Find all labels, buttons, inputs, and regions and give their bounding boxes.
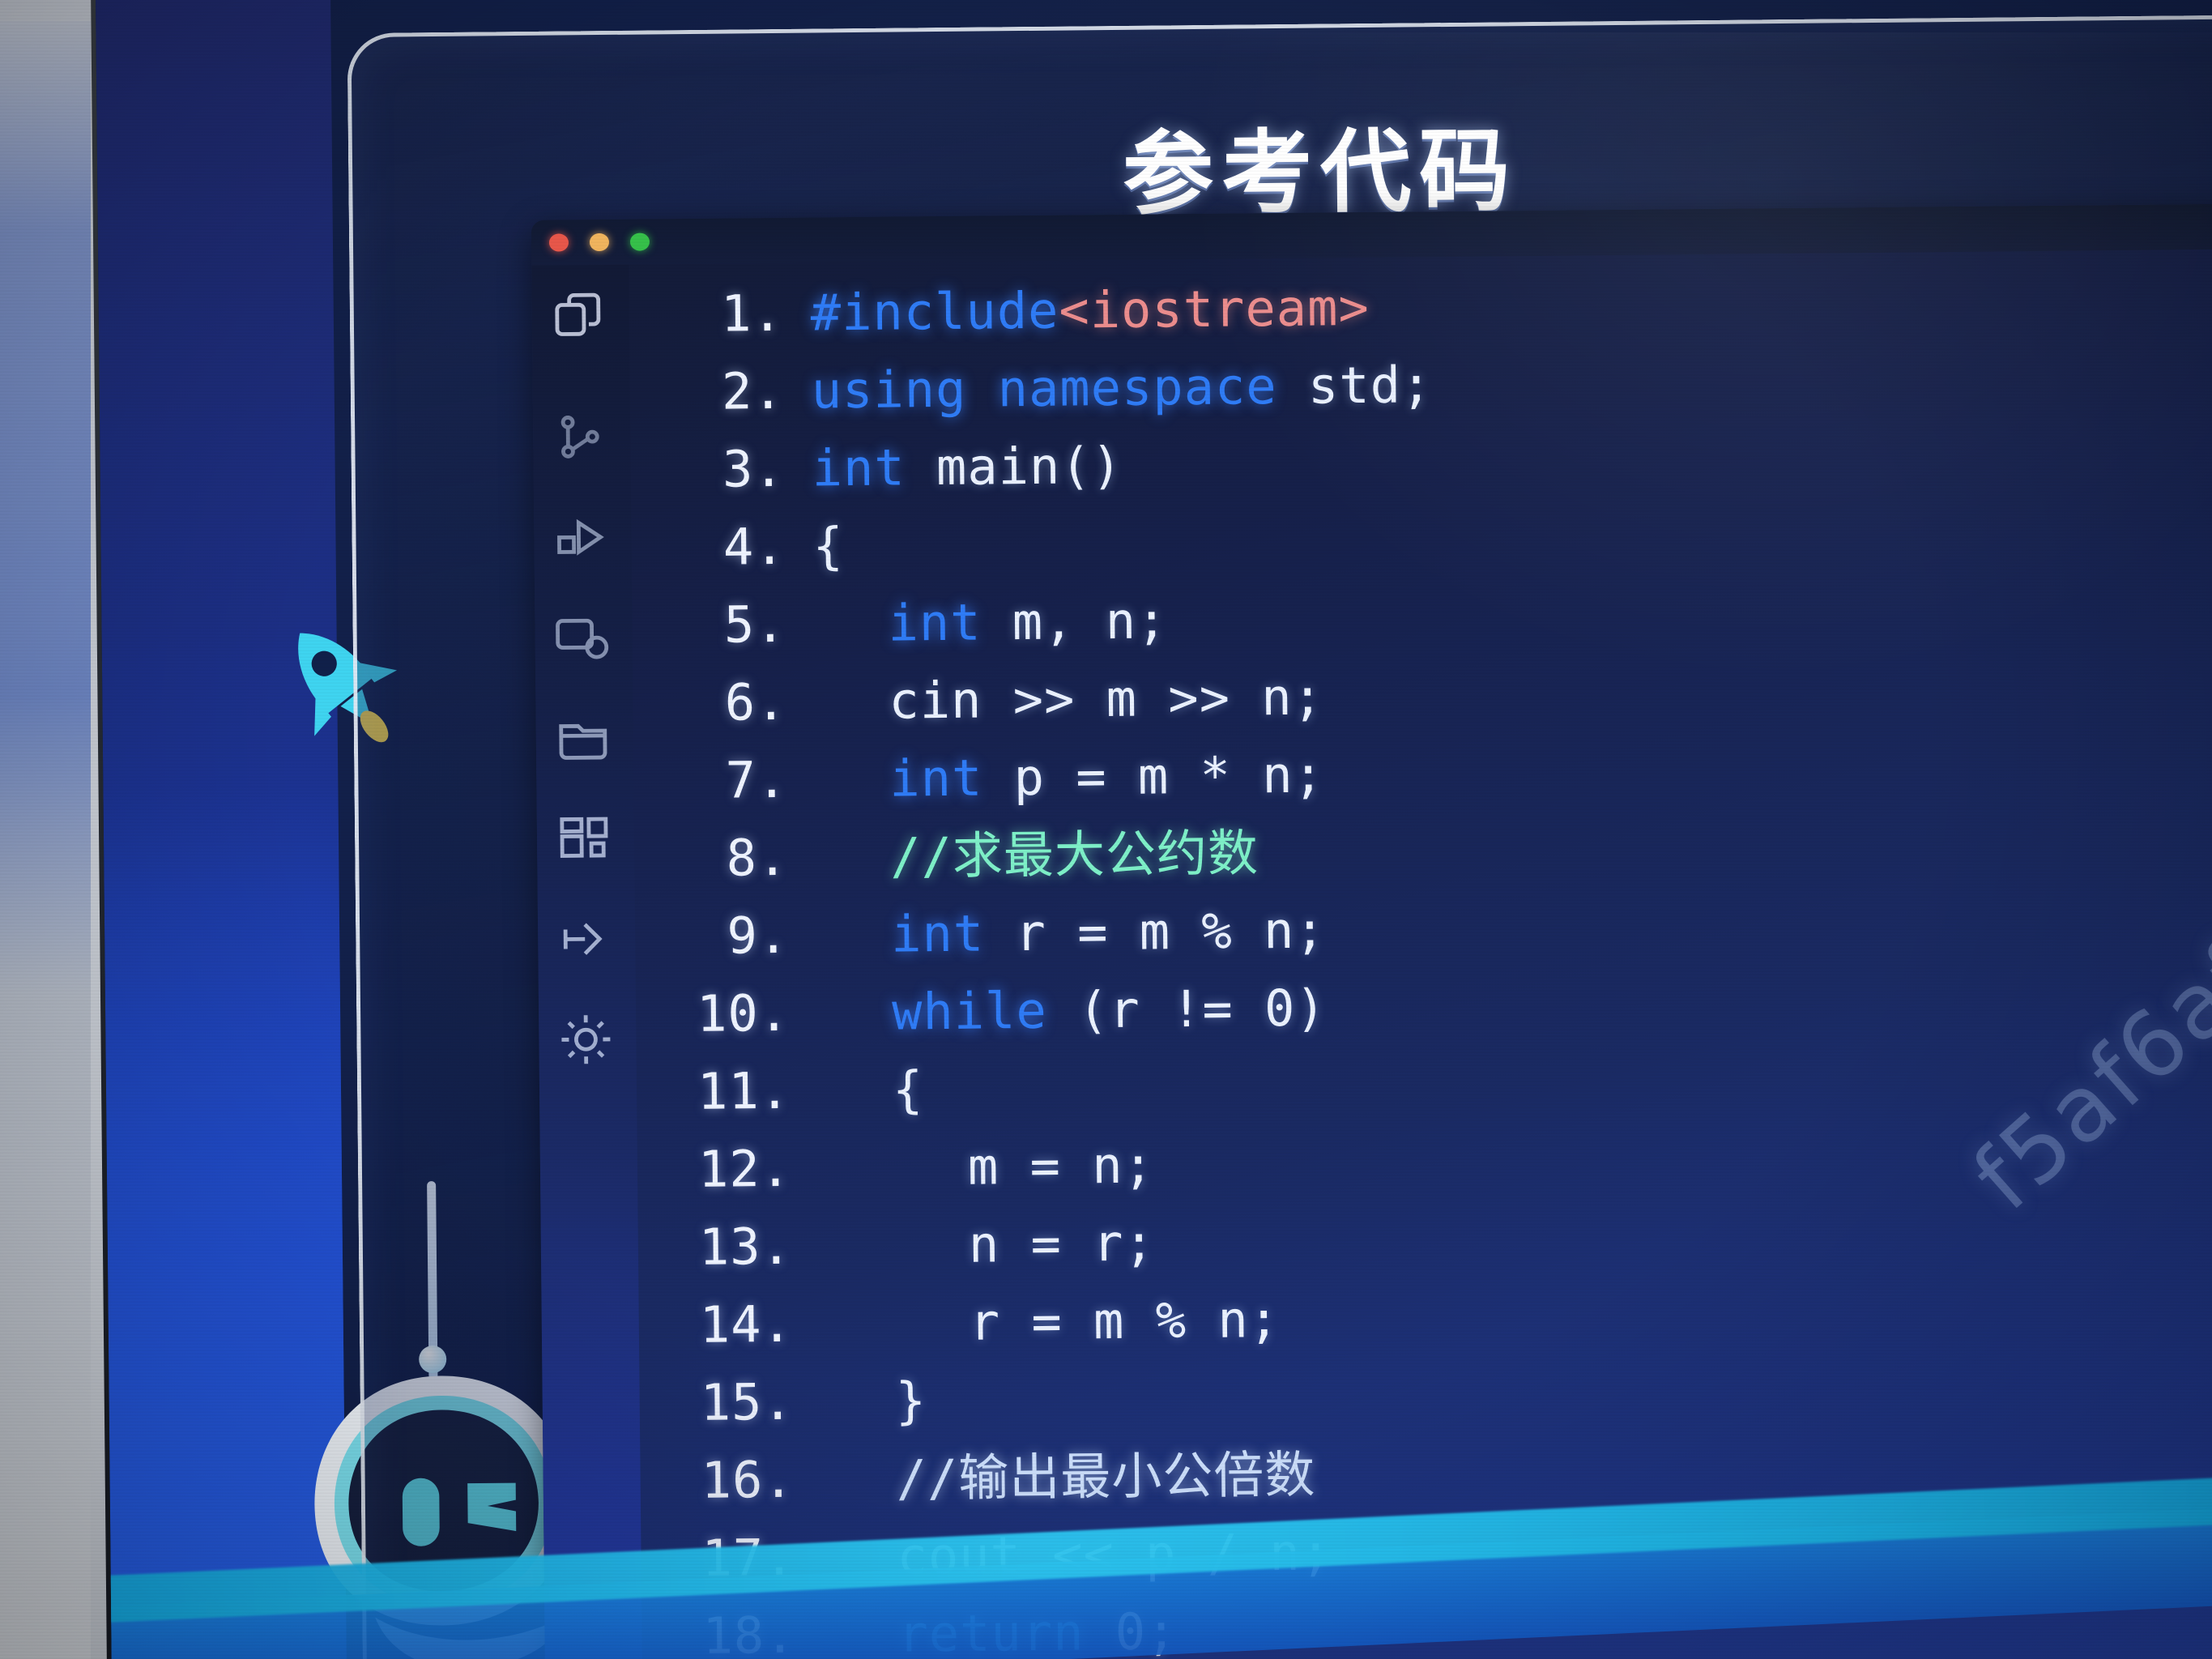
photographed-screen-scene: 参考代码 1. #include<iostream> 2. using name…	[0, 0, 2212, 1659]
code-line-text: cin >> m >> n;	[814, 658, 1323, 740]
code-line: 10. while (r != 0)	[636, 960, 2212, 1054]
code-line: 6. cin >> m >> n;	[633, 649, 2212, 743]
code-line-text: }	[820, 1362, 927, 1440]
run-play-icon[interactable]	[552, 508, 611, 567]
debug-console-icon[interactable]	[552, 608, 612, 667]
code-line-text: //求最大公约数	[816, 814, 1259, 896]
code-line: 2. using namespace std;	[629, 338, 2212, 432]
code-token: int	[890, 903, 985, 964]
code-line: 15.}	[639, 1349, 2212, 1443]
code-token: std;	[1276, 355, 1433, 416]
code-line-text: n = r;	[819, 1205, 1156, 1286]
code-line-text: m = n;	[819, 1127, 1155, 1208]
maximize-icon[interactable]	[629, 232, 650, 251]
traffic-light-buttons[interactable]	[548, 232, 650, 252]
line-number: 2.	[721, 360, 785, 421]
code-line: 5. int m, n;	[632, 571, 2212, 665]
line-number: 3.	[722, 438, 786, 499]
line-number: 4.	[722, 516, 786, 577]
code-token: {	[892, 1060, 924, 1120]
line-number: 6.	[724, 672, 787, 732]
code-token: }	[895, 1371, 927, 1431]
copy-files-icon[interactable]	[550, 288, 609, 347]
line-number: 12.	[697, 1138, 792, 1199]
code-line: 12. m = n;	[637, 1115, 2212, 1209]
code-token: r = m % n;	[983, 900, 1327, 963]
wall-left-edge	[0, 0, 91, 1659]
code-line-text: {	[812, 507, 844, 585]
code-line: 14. r = m % n;	[638, 1271, 2212, 1365]
code-line-text: //输出最小公倍数	[821, 1436, 1316, 1519]
line-number: 1.	[720, 283, 784, 343]
line-number: 15.	[700, 1371, 795, 1432]
code-line-text: int p = m * n;	[815, 736, 1324, 818]
code-token: m, n;	[981, 591, 1168, 652]
code-line-text: {	[818, 1051, 924, 1129]
extensions-icon[interactable]	[555, 809, 614, 868]
code-token: r = m % n;	[969, 1290, 1281, 1352]
line-number: 5.	[723, 594, 786, 655]
code-line-text: using namespace std;	[811, 346, 1432, 429]
code-token: <iostream>	[1059, 277, 1370, 340]
code-line: 4. {	[631, 493, 2212, 587]
code-token: n = r;	[968, 1213, 1156, 1274]
code-line: 11. {	[637, 1038, 2212, 1132]
code-token: //输出最小公倍数	[896, 1444, 1316, 1508]
code-line: 13. n = r;	[637, 1193, 2212, 1287]
code-listing: 1. #include<iostream> 2. using namespace st…	[629, 249, 2212, 1659]
code-line-text: int r = m % n;	[816, 891, 1326, 974]
minimize-icon[interactable]	[589, 232, 610, 252]
code-token: m = n;	[967, 1135, 1155, 1196]
code-token: int	[888, 592, 982, 653]
code-line: 9. int r = m % n;	[635, 882, 2212, 976]
code-token: using namespace	[811, 356, 1277, 420]
code-line-text: int main()	[812, 427, 1123, 508]
code-token: {	[812, 516, 845, 576]
code-editor-window: 1. #include<iostream> 2. using namespace st…	[531, 203, 2212, 1659]
code-line-text: int m, n;	[813, 582, 1168, 663]
code-line-text: while (r != 0)	[817, 969, 1327, 1051]
code-token: #include	[810, 280, 1059, 343]
settings-gear-icon[interactable]	[556, 1010, 616, 1069]
line-number: 10.	[696, 983, 791, 1043]
code-line-text: #include<iostream>	[810, 269, 1370, 352]
code-token: cin >> m >> n;	[889, 667, 1324, 731]
close-icon[interactable]	[548, 233, 569, 252]
slide-card: 参考代码 1. #include<iostream> 2. using name…	[347, 14, 2212, 1659]
code-token: int	[889, 748, 983, 808]
line-number: 7.	[725, 749, 788, 810]
folder-icon[interactable]	[554, 709, 613, 768]
line-number: 8.	[726, 827, 789, 888]
code-token: main()	[905, 435, 1123, 497]
desktop-screen: 参考代码 1. #include<iostream> 2. using name…	[96, 0, 2212, 1659]
source-control-icon[interactable]	[551, 407, 610, 467]
code-token: p = m * n;	[982, 744, 1325, 808]
code-line: 1. #include<iostream>	[629, 260, 2212, 354]
activity-bar[interactable]	[531, 264, 643, 1659]
line-number: 13.	[698, 1216, 793, 1277]
code-token: int	[812, 437, 906, 498]
code-token: //求最大公约数	[889, 823, 1259, 886]
code-line: 3. int main()	[630, 416, 2212, 510]
code-token: (r != 0)	[1046, 978, 1328, 1040]
code-line: 8. //求最大公约数	[634, 804, 2212, 898]
line-number: 14.	[699, 1294, 794, 1354]
code-token: while	[891, 980, 1048, 1042]
line-number: 11.	[697, 1060, 791, 1121]
line-number: 9.	[727, 905, 790, 966]
git-branch-icon[interactable]	[556, 910, 615, 969]
code-line: 7. int p = m * n;	[633, 727, 2212, 821]
code-line-text: r = m % n;	[820, 1281, 1280, 1363]
line-number: 16.	[701, 1449, 795, 1510]
